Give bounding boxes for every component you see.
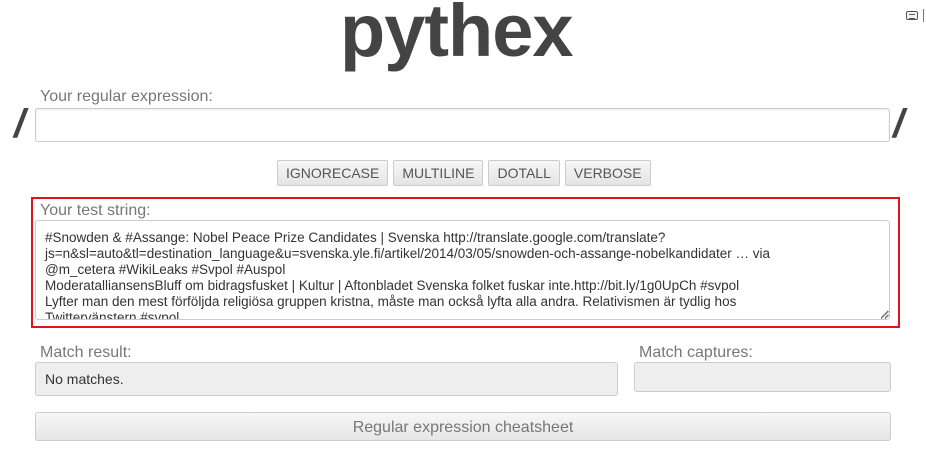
match-result-box: No matches. <box>35 362 618 396</box>
test-string-line: js=n&sl=auto&tl=destination_language&u=s… <box>45 246 770 261</box>
multiline-button[interactable]: MULTILINE <box>393 160 484 186</box>
test-string-line: ModeratalliansensBluff om bidragsfusket … <box>45 278 740 293</box>
keyboard-icon[interactable] <box>906 11 918 20</box>
test-string-line: Twittervänstern #svpol <box>45 310 180 320</box>
test-string-textarea[interactable]: #Snowden & #Assange: Nobel Peace Prize C… <box>35 220 890 320</box>
match-captures-box <box>634 362 891 392</box>
cheatsheet-button[interactable]: Regular expression cheatsheet <box>35 412 891 441</box>
test-string-line: #Snowden & #Assange: Nobel Peace Prize C… <box>45 230 666 245</box>
pythex-logo: pythex <box>340 0 574 72</box>
corner-divider <box>923 9 924 22</box>
verbose-button[interactable]: VERBOSE <box>564 160 651 186</box>
test-string-line: Lyfter man den mest förföljda religiösa … <box>45 294 737 309</box>
regex-label: Your regular expression: <box>40 88 213 105</box>
regex-delimiter-right: / <box>893 102 905 146</box>
dotall-button[interactable]: DOTALL <box>488 160 560 186</box>
test-string-label: Your test string: <box>40 202 151 219</box>
regex-delimiter-left: / <box>14 102 26 146</box>
match-result-label: Match result: <box>40 344 132 361</box>
ignorecase-button[interactable]: IGNORECASE <box>277 160 389 186</box>
flag-button-group: IGNORECASE MULTILINE DOTALL VERBOSE <box>277 160 651 186</box>
match-captures-label: Match captures: <box>639 344 753 361</box>
regex-input[interactable] <box>35 108 890 142</box>
test-string-line: @m_cetera #WikiLeaks #Svpol #Auspol <box>45 262 286 277</box>
resize-handle-icon[interactable] <box>881 311 889 319</box>
